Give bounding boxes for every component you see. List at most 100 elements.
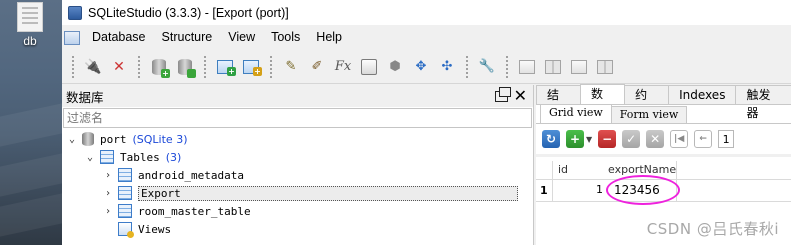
panel-title: 数据库 <box>66 89 104 105</box>
annotation-ellipse <box>606 175 680 205</box>
tile-windows-button[interactable] <box>516 56 538 78</box>
toolbar-grip <box>203 54 207 79</box>
table-edit-icon: + <box>243 59 262 76</box>
grid-toolbar: ↻ + ▼ − ✓ ✕ |◀ ← 1 <box>536 124 791 154</box>
first-page-icon: |◀ <box>674 134 685 144</box>
chevron-right-icon[interactable]: › <box>102 188 114 199</box>
tree-item-database[interactable]: ⌄ port (SQLite 3) <box>62 130 533 148</box>
chevron-down-icon[interactable]: ⌄ <box>66 134 78 145</box>
tab-data[interactable]: 数据 <box>580 84 626 119</box>
insert-row-button[interactable]: + <box>566 130 584 148</box>
minus-icon: − <box>602 132 613 146</box>
table-name: Export <box>138 185 518 201</box>
watermark: CSDN @吕氏春秋i <box>646 220 779 238</box>
extensions-button[interactable]: ⬢ <box>384 56 406 78</box>
menu-bar: Database Structure View Tools Help <box>62 25 791 50</box>
column-header-id[interactable]: id <box>558 161 568 179</box>
refresh-icon: ↻ <box>545 132 557 146</box>
close-panel-icon[interactable]: ✕ <box>514 88 527 104</box>
open-script-icon: ✐ <box>311 59 323 74</box>
sql-editor-button[interactable]: ✎ <box>280 56 302 78</box>
menu-view[interactable]: View <box>220 25 263 50</box>
open-sql-button[interactable]: ✐ <box>306 56 328 78</box>
db-name: port <box>100 132 127 146</box>
tab-form-view[interactable]: Form view <box>610 106 688 123</box>
desktop-ridge <box>0 193 62 237</box>
app-icon <box>68 5 82 20</box>
tree-item-table-selected[interactable]: › Export <box>62 184 533 202</box>
cube-icon: ⬢ <box>389 59 401 74</box>
tree-item-table[interactable]: › room_master_table <box>62 202 533 220</box>
check-icon: ✓ <box>626 132 637 146</box>
tables-folder-icon <box>100 150 114 164</box>
row-number[interactable]: 1 <box>540 184 548 197</box>
float-panel-icon[interactable] <box>494 86 511 102</box>
edit-database-button[interactable] <box>174 56 196 78</box>
grid-col-divider <box>552 161 553 201</box>
tables-count: (3) <box>165 150 182 164</box>
chevron-right-icon[interactable]: › <box>102 170 114 181</box>
app-window: SQLiteStudio (3.3.3) - [Export (port)] D… <box>62 0 791 245</box>
tile-vertical-icon <box>571 59 587 74</box>
table-icon <box>118 168 132 182</box>
database-tree: ⌄ port (SQLite 3) ⌄ Tables (3) › android… <box>62 128 533 238</box>
menu-help[interactable]: Help <box>308 25 350 50</box>
toolbar-grip <box>137 54 141 79</box>
export-button[interactable]: ✣ <box>436 56 458 78</box>
menu-database[interactable]: Database <box>84 25 154 50</box>
menu-tools[interactable]: Tools <box>263 25 308 50</box>
cascade-icon <box>597 59 613 74</box>
export-icon: ✣ <box>441 59 453 74</box>
tab-constraints[interactable]: 约束 <box>624 85 670 120</box>
databases-panel: 数据库 ✕ 过滤名 ⌄ port (SQLite 3) ⌄ Tables (3)… <box>62 85 534 245</box>
toolbar-grip <box>71 54 75 79</box>
tab-grid-view[interactable]: Grid view <box>540 104 612 123</box>
tile-vertical-button[interactable] <box>568 56 590 78</box>
desktop-file-db[interactable]: db <box>6 2 54 52</box>
plus-icon: + <box>569 132 581 146</box>
wrench-icon: 🔧 <box>478 59 496 74</box>
tile-horizontal-button[interactable] <box>542 56 564 78</box>
commit-button[interactable]: ✓ <box>622 130 641 148</box>
desktop-ridge <box>0 153 62 197</box>
cascade-button[interactable] <box>594 56 616 78</box>
refresh-button[interactable]: ↻ <box>542 130 560 148</box>
tab-indexes[interactable]: Indexes <box>668 85 737 104</box>
toolbar-grip <box>269 54 273 79</box>
desktop-background: db <box>0 0 62 245</box>
previous-page-button[interactable]: ← <box>694 130 713 148</box>
edit-table-button[interactable]: + <box>240 56 262 78</box>
page-number[interactable]: 1 <box>718 130 735 148</box>
cell-id[interactable]: 1 <box>596 181 603 199</box>
filter-input[interactable]: 过滤名 <box>63 108 532 128</box>
database-edit-icon <box>178 58 196 78</box>
disconnect-db-button[interactable]: ✕ <box>108 56 130 78</box>
import-button[interactable]: ✥ <box>410 56 432 78</box>
table-icon <box>118 186 132 200</box>
add-database-button[interactable]: + <box>148 56 170 78</box>
arrow-left-icon: ← <box>699 134 707 144</box>
new-table-button[interactable]: + <box>214 56 236 78</box>
desktop-file-label: db <box>23 34 37 48</box>
menu-structure[interactable]: Structure <box>154 25 221 50</box>
tab-structure[interactable]: 结构 <box>536 85 582 120</box>
plug-disconnect-icon: ✕ <box>113 58 125 75</box>
chevron-right-icon[interactable]: › <box>102 206 114 217</box>
table-tabs: 结构 数据 约束 Indexes 触发器 <box>536 84 791 120</box>
chevron-down-icon[interactable]: ▼ <box>586 135 592 144</box>
collations-button[interactable] <box>358 56 380 78</box>
tab-triggers[interactable]: 触发器 <box>735 85 791 120</box>
chevron-down-icon[interactable]: ⌄ <box>84 152 96 163</box>
connect-db-button[interactable]: 🔌 <box>82 56 104 78</box>
config-button[interactable]: 🔧 <box>476 56 498 78</box>
tree-item-table[interactable]: › android_metadata <box>62 166 533 184</box>
delete-row-button[interactable]: − <box>598 130 617 148</box>
tree-item-views[interactable]: Views <box>62 220 533 238</box>
tree-item-tables[interactable]: ⌄ Tables (3) <box>62 148 533 166</box>
functions-button[interactable]: Fx <box>332 56 354 78</box>
first-page-button[interactable]: |◀ <box>670 130 689 148</box>
rollback-button[interactable]: ✕ <box>646 130 665 148</box>
mdi-window-icon <box>64 30 80 45</box>
import-icon: ✥ <box>415 59 427 74</box>
file-icon <box>17 2 43 32</box>
